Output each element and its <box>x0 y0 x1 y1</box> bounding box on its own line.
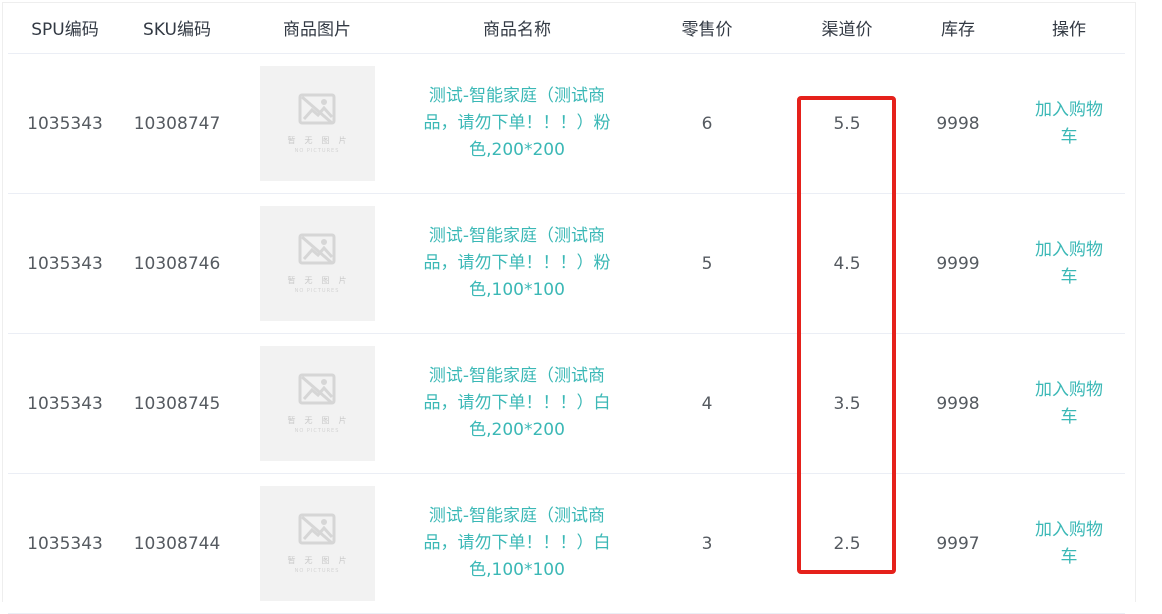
add-to-cart-button[interactable]: 加入购物车 <box>1031 377 1107 431</box>
no-image-subtext: NO PICTURES <box>294 428 340 434</box>
stock-count: 9998 <box>936 393 980 414</box>
product-image-placeholder: 暂无图片 NO PICTURES <box>259 486 375 601</box>
no-image-subtext: NO PICTURES <box>294 148 340 154</box>
stock-count: 9998 <box>936 113 980 134</box>
table-header: SPU编码 SKU编码 商品图片 商品名称 零售价 渠道价 库存 操作 <box>8 2 1125 54</box>
no-image-text: 暂无图片 <box>287 556 356 565</box>
product-name-link[interactable]: 测试-智能家庭（测试商品，请勿下单！！！）粉色,100*100 <box>415 223 620 304</box>
table-row: 1035343 10308746 暂无图片 NO PICTURES 测试-智能家… <box>8 194 1125 334</box>
broken-image-icon <box>298 93 336 125</box>
broken-image-icon <box>298 233 336 265</box>
product-name-link[interactable]: 测试-智能家庭（测试商品，请勿下单！！！）粉色,200*200 <box>415 83 620 164</box>
table-row: 1035343 10308745 暂无图片 NO PICTURES 测试-智能家… <box>8 334 1125 474</box>
header-action: 操作 <box>1052 20 1086 40</box>
header-retail-price: 零售价 <box>681 20 733 40</box>
product-name-cell: 测试-智能家庭（测试商品，请勿下单！！！）粉色,200*200 <box>402 54 632 193</box>
spu-code: 1035343 <box>27 253 103 274</box>
channel-price: 2.5 <box>833 533 861 554</box>
action-cell: 加入购物车 <box>1004 334 1134 473</box>
table-row: 1035343 10308747 暂无图片 NO PICTURES 测试-智能家… <box>8 54 1125 194</box>
channel-price: 3.5 <box>833 393 861 414</box>
add-to-cart-button[interactable]: 加入购物车 <box>1031 237 1107 291</box>
action-cell: 加入购物车 <box>1004 54 1134 193</box>
retail-price: 3 <box>701 533 713 554</box>
header-stock: 库存 <box>941 20 975 40</box>
product-image-cell: 暂无图片 NO PICTURES <box>232 334 402 473</box>
sku-code: 10308747 <box>133 113 221 134</box>
action-cell: 加入购物车 <box>1004 474 1134 613</box>
header-spu: SPU编码 <box>31 20 99 40</box>
retail-price: 5 <box>701 253 713 274</box>
no-image-text: 暂无图片 <box>287 276 356 285</box>
spu-code: 1035343 <box>27 533 103 554</box>
channel-price: 4.5 <box>833 253 861 274</box>
add-to-cart-button[interactable]: 加入购物车 <box>1031 517 1107 571</box>
product-name-link[interactable]: 测试-智能家庭（测试商品，请勿下单！！！）白色,200*200 <box>415 363 620 444</box>
stock-count: 9997 <box>936 533 980 554</box>
no-image-text: 暂无图片 <box>287 136 356 145</box>
spu-code: 1035343 <box>27 393 103 414</box>
table-body: 1035343 10308747 暂无图片 NO PICTURES 测试-智能家… <box>8 54 1125 614</box>
sku-code: 10308745 <box>133 393 221 414</box>
header-channel-price: 渠道价 <box>821 20 873 40</box>
product-name-cell: 测试-智能家庭（测试商品，请勿下单！！！）白色,200*200 <box>402 334 632 473</box>
product-image-placeholder: 暂无图片 NO PICTURES <box>259 66 375 181</box>
broken-image-icon <box>298 513 336 545</box>
product-name-link[interactable]: 测试-智能家庭（测试商品，请勿下单！！！）白色,100*100 <box>415 503 620 584</box>
table-row: 1035343 10308744 暂无图片 NO PICTURES 测试-智能家… <box>8 474 1125 614</box>
product-sku-table: SPU编码 SKU编码 商品图片 商品名称 零售价 渠道价 库存 操作 1035… <box>8 2 1125 614</box>
product-image-placeholder: 暂无图片 NO PICTURES <box>259 206 375 321</box>
product-image-cell: 暂无图片 NO PICTURES <box>232 54 402 193</box>
product-image-cell: 暂无图片 NO PICTURES <box>232 474 402 613</box>
no-image-text: 暂无图片 <box>287 416 356 425</box>
broken-image-icon <box>298 373 336 405</box>
add-to-cart-button[interactable]: 加入购物车 <box>1031 97 1107 151</box>
header-image: 商品图片 <box>283 20 351 40</box>
no-image-subtext: NO PICTURES <box>294 568 340 574</box>
stock-count: 9999 <box>936 253 980 274</box>
channel-price: 5.5 <box>833 113 861 134</box>
product-name-cell: 测试-智能家庭（测试商品，请勿下单！！！）粉色,100*100 <box>402 194 632 333</box>
action-cell: 加入购物车 <box>1004 194 1134 333</box>
product-image-cell: 暂无图片 NO PICTURES <box>232 194 402 333</box>
header-name: 商品名称 <box>483 20 551 40</box>
retail-price: 4 <box>701 393 713 414</box>
product-image-placeholder: 暂无图片 NO PICTURES <box>259 346 375 461</box>
sku-code: 10308746 <box>133 253 221 274</box>
sku-code: 10308744 <box>133 533 221 554</box>
retail-price: 6 <box>701 113 713 134</box>
no-image-subtext: NO PICTURES <box>294 288 340 294</box>
header-sku: SKU编码 <box>143 20 211 40</box>
product-name-cell: 测试-智能家庭（测试商品，请勿下单！！！）白色,100*100 <box>402 474 632 613</box>
spu-code: 1035343 <box>27 113 103 134</box>
